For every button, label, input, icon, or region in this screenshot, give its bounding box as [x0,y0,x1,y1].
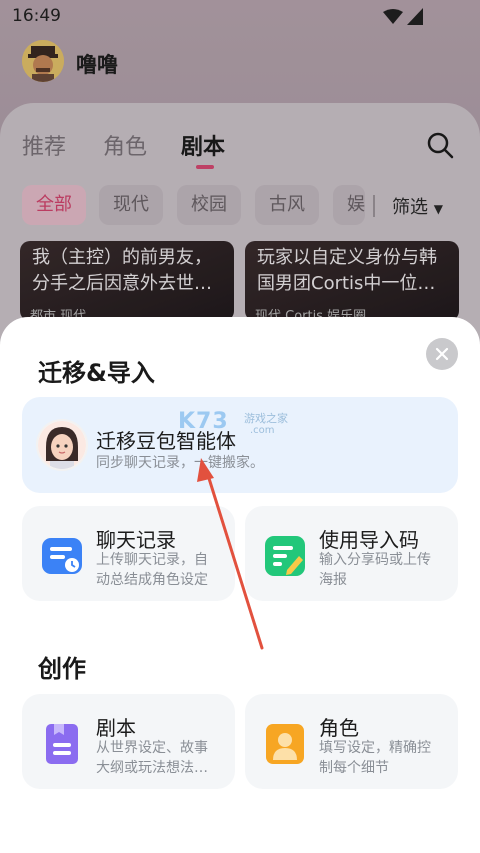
create-role-title: 角色 [319,716,359,740]
chat-history-title: 聊天记录 [96,528,176,552]
watermark: K73 游戏之家 .com [178,407,308,443]
chat-history-card[interactable]: 聊天记录 上传聊天记录，自 动总结成角色设定 [22,506,235,601]
import-code-subtitle-line: 海报 [319,572,347,588]
create-role-subtitle-line: 填写设定，精确控 [319,740,431,756]
import-code-title: 使用导入码 [319,528,419,552]
create-role-subtitle-line: 制每个细节 [319,760,389,776]
watermark-domain: .com [250,425,275,436]
watermark-brand: K73 [178,409,229,434]
chat-history-subtitle-line: 动总结成角色设定 [96,572,208,588]
chat-history-icon [42,538,82,574]
create-script-subtitle-line: 从世界设定、故事 [96,740,208,756]
create-role-card[interactable]: 角色 填写设定，精确控 制每个细节 [245,694,458,789]
migrate-card-subtitle: 同步聊天记录，一键搬家。 [96,455,264,471]
chat-history-subtitle: 上传聊天记录，自 动总结成角色设定 [96,550,226,590]
role-person-icon [266,724,304,764]
import-code-icon [265,536,305,576]
import-code-card[interactable]: 使用导入码 输入分享码或上传 海报 [245,506,458,601]
close-icon [435,347,449,361]
section-title-migrate: 迁移&导入 [38,359,155,387]
script-book-icon [46,724,78,764]
create-script-card[interactable]: 剧本 从世界设定、故事 大纲或玩法想法… [22,694,235,789]
create-script-title: 剧本 [96,716,136,740]
doubao-avatar [36,419,88,471]
create-bottom-sheet: 迁移&导入 迁移豆包智能体 同步聊天记录，一键搬家。 聊天记录 上传聊天记录，自… [0,317,480,853]
create-script-subtitle: 从世界设定、故事 大纲或玩法想法… [96,738,226,778]
import-code-subtitle-line: 输入分享码或上传 [319,552,431,568]
chat-history-subtitle-line: 上传聊天记录，自 [96,552,208,568]
import-code-subtitle: 输入分享码或上传 海报 [319,550,449,590]
section-title-create: 创作 [38,655,86,683]
close-button[interactable] [426,338,458,370]
create-role-subtitle: 填写设定，精确控 制每个细节 [319,738,449,778]
create-script-subtitle-line: 大纲或玩法想法… [96,760,208,776]
watermark-text: 游戏之家 [244,412,288,425]
